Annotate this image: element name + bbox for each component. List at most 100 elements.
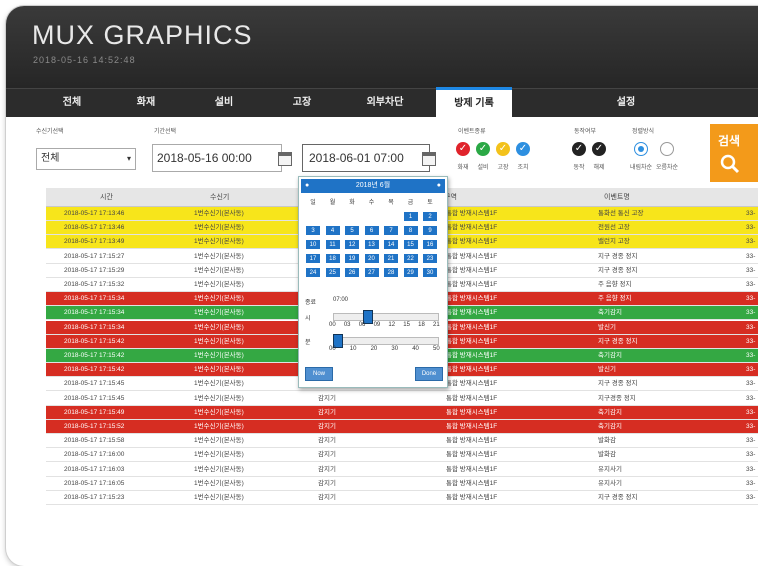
cell-time: 2018-05-17 17:15:49 bbox=[64, 408, 125, 416]
tab-external-block[interactable]: 외부차단 bbox=[354, 89, 416, 117]
cell-code: 33- bbox=[746, 437, 756, 445]
cell-receiver: 1번수신기(본사동) bbox=[194, 309, 244, 317]
cell-type: 감지기 bbox=[318, 494, 336, 501]
picker-day[interactable]: 27 bbox=[363, 267, 380, 278]
receiver-label: 수신기선택 bbox=[36, 129, 64, 135]
cell-code: 33- bbox=[746, 366, 756, 374]
picker-day[interactable]: 2 bbox=[422, 211, 438, 222]
hour-slider[interactable] bbox=[333, 313, 439, 321]
cell-code: 33- bbox=[746, 394, 756, 402]
table-row[interactable]: 2018-05-17 17:16:03 1번수신기(본사동) 감지기 통합 방재시스템… bbox=[46, 462, 758, 477]
time-label: 종료 bbox=[305, 300, 317, 306]
action-check-icon[interactable]: ✓ bbox=[516, 142, 530, 156]
cell-receiver: 1번수신기(본사동) bbox=[194, 451, 244, 459]
table-row[interactable]: 2018-05-17 17:15:45 1번수신기(본사동) 감지기 통합 방재시스템… bbox=[46, 391, 758, 406]
col-event: 이벤트명 bbox=[604, 194, 630, 201]
status-label-active: 동작 bbox=[573, 165, 585, 171]
picker-day[interactable]: 7 bbox=[383, 225, 399, 236]
cell-time: 2018-05-17 17:16:05 bbox=[64, 479, 125, 487]
cell-event: 지구 경종 정지 bbox=[598, 494, 638, 501]
table-row[interactable]: 2018-05-17 17:15:58 1번수신기(본사동) 감지기 통합 방재시스템… bbox=[46, 434, 758, 449]
cell-code: 33- bbox=[746, 465, 756, 473]
picker-day[interactable]: 26 bbox=[344, 267, 360, 278]
cell-zone: 통합 방재시스템1F bbox=[446, 494, 498, 501]
picker-day[interactable]: 20 bbox=[363, 253, 380, 264]
picker-weekday: 목 bbox=[388, 200, 394, 206]
fire-check-icon[interactable]: ✓ bbox=[456, 142, 470, 156]
tab-all[interactable]: 전체 bbox=[42, 89, 102, 117]
picker-day[interactable]: 4 bbox=[324, 225, 341, 236]
end-date-input[interactable]: 2018-06-01 07:00 bbox=[302, 144, 430, 172]
cell-receiver: 1번수신기(본사동) bbox=[194, 394, 244, 402]
tab-fault[interactable]: 고장 bbox=[272, 89, 332, 117]
next-month-icon[interactable]: ● bbox=[437, 179, 441, 193]
active-check-icon[interactable]: ✓ bbox=[572, 142, 586, 156]
picker-day[interactable]: 30 bbox=[422, 267, 438, 278]
tab-history[interactable]: 방제 기록 bbox=[436, 87, 512, 118]
search-button[interactable]: 검색 bbox=[710, 124, 758, 182]
table-row[interactable]: 2018-05-17 17:16:05 1번수신기(본사동) 감지기 통합 방재시스템… bbox=[46, 476, 758, 491]
released-check-icon[interactable]: ✓ bbox=[592, 142, 606, 156]
cell-zone: 통합 방재시스템1F bbox=[446, 224, 498, 232]
picker-day[interactable]: 24 bbox=[305, 267, 321, 278]
picker-day[interactable]: 28 bbox=[383, 267, 399, 278]
cell-event: 주 음향 정지 bbox=[598, 281, 632, 288]
cell-zone: 통합 방재시스템1F bbox=[446, 437, 498, 445]
cell-time: 2018-05-17 17:15:34 bbox=[64, 323, 125, 331]
receiver-select[interactable]: 전체 ▾ bbox=[36, 148, 136, 170]
cell-event: 축기감지 bbox=[598, 309, 622, 317]
sort-asc-radio[interactable] bbox=[660, 142, 674, 156]
picker-day[interactable]: 22 bbox=[402, 253, 419, 264]
sort-desc-radio[interactable] bbox=[634, 142, 648, 156]
cell-code: 33- bbox=[746, 423, 756, 430]
now-button[interactable]: Now bbox=[305, 367, 333, 381]
prev-month-icon[interactable]: ● bbox=[305, 179, 309, 193]
calendar-icon[interactable] bbox=[422, 152, 436, 166]
picker-day[interactable]: 8 bbox=[402, 225, 419, 236]
start-date-input[interactable]: 2018-05-16 00:00 bbox=[152, 144, 282, 172]
picker-day[interactable]: 16 bbox=[422, 239, 438, 250]
minute-slider[interactable] bbox=[333, 337, 439, 345]
cell-type: 감지기 bbox=[318, 465, 336, 473]
picker-day[interactable]: 15 bbox=[402, 239, 419, 250]
table-row[interactable]: 2018-05-17 17:15:52 1번수신기(본사동) 감지기 통합 방재시스템… bbox=[46, 420, 758, 434]
picker-day[interactable]: 17 bbox=[305, 253, 321, 264]
calendar-icon[interactable] bbox=[278, 152, 292, 166]
tab-settings[interactable]: 설정 bbox=[596, 89, 656, 117]
cell-code: 33- bbox=[746, 494, 756, 501]
fault-check-icon[interactable]: ✓ bbox=[496, 142, 510, 156]
picker-day[interactable]: 5 bbox=[344, 225, 360, 236]
slider-tick-label: 09 bbox=[373, 322, 381, 328]
hour-label: 시 bbox=[305, 316, 311, 322]
slider-tick-label: 10 bbox=[349, 346, 357, 352]
picker-day[interactable]: 19 bbox=[344, 253, 360, 264]
picker-day[interactable]: 3 bbox=[305, 225, 321, 236]
cell-code: 33- bbox=[746, 295, 756, 303]
cell-receiver: 1번수신기(본사동) bbox=[194, 465, 244, 473]
cell-zone: 통합 방재시스템1F bbox=[446, 337, 498, 345]
picker-day[interactable]: 18 bbox=[324, 253, 341, 264]
picker-day[interactable]: 13 bbox=[363, 239, 380, 250]
picker-day[interactable]: 9 bbox=[422, 225, 438, 236]
picker-day[interactable]: 29 bbox=[402, 267, 419, 278]
equipment-check-icon[interactable]: ✓ bbox=[476, 142, 490, 156]
tab-fire[interactable]: 화재 bbox=[116, 89, 176, 117]
picker-day[interactable]: 23 bbox=[422, 253, 438, 264]
table-row[interactable]: 2018-05-17 17:15:49 1번수신기(본사동) 감지기 통합 방재시스템… bbox=[46, 405, 758, 420]
picker-day[interactable]: 25 bbox=[324, 267, 341, 278]
picker-day[interactable]: 12 bbox=[344, 239, 360, 250]
cell-zone: 통합 방재시스템1F bbox=[446, 323, 498, 331]
cell-zone: 통합 방재시스템1F bbox=[446, 309, 498, 317]
tab-equipment[interactable]: 설비 bbox=[194, 89, 254, 117]
table-row[interactable]: 2018-05-17 17:15:23 1번수신기(본사동) 감지기 통합 방재시스템… bbox=[46, 491, 758, 505]
picker-day[interactable]: 6 bbox=[363, 225, 380, 236]
done-button[interactable]: Done bbox=[415, 367, 443, 381]
picker-day[interactable]: 11 bbox=[324, 239, 341, 250]
table-row[interactable]: 2018-05-17 17:16:00 1번수신기(본사동) 감지기 통합 방재시스템… bbox=[46, 448, 758, 463]
cell-code: 33- bbox=[746, 266, 756, 274]
picker-day[interactable]: 14 bbox=[383, 239, 399, 250]
picker-day[interactable]: 1 bbox=[402, 211, 419, 222]
picker-day[interactable]: 10 bbox=[305, 239, 321, 250]
picker-day[interactable]: 21 bbox=[383, 253, 399, 264]
search-button-label: 검색 bbox=[718, 134, 741, 148]
